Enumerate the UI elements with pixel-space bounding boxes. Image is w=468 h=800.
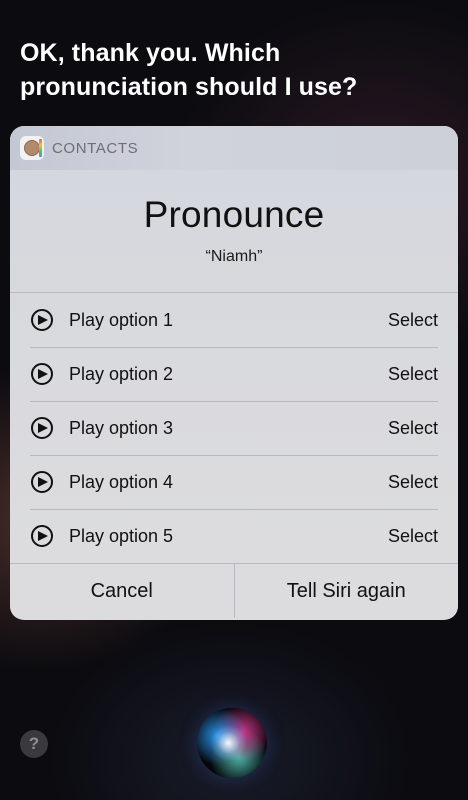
card-actions: Cancel Tell Siri again bbox=[10, 563, 458, 618]
play-option-label[interactable]: Play option 1 bbox=[69, 310, 173, 331]
play-option-label[interactable]: Play option 4 bbox=[69, 472, 173, 493]
cancel-button[interactable]: Cancel bbox=[10, 564, 234, 618]
play-icon[interactable] bbox=[31, 363, 53, 385]
siri-orb-icon[interactable] bbox=[197, 708, 267, 778]
select-button[interactable]: Select bbox=[388, 364, 438, 385]
card-body: Pronounce “Niamh” Play option 1 Select P… bbox=[10, 170, 458, 563]
play-icon[interactable] bbox=[31, 417, 53, 439]
option-row-3[interactable]: Play option 3 Select bbox=[10, 401, 458, 455]
question-mark-icon[interactable]: ? bbox=[20, 730, 48, 758]
select-button[interactable]: Select bbox=[388, 472, 438, 493]
select-button[interactable]: Select bbox=[388, 418, 438, 439]
option-row-4[interactable]: Play option 4 Select bbox=[10, 455, 458, 509]
play-icon[interactable] bbox=[31, 471, 53, 493]
app-name: CONTACTS bbox=[52, 139, 139, 157]
contacts-card: CONTACTS Pronounce “Niamh” Play option 1… bbox=[10, 126, 458, 620]
contacts-app-icon bbox=[20, 136, 44, 160]
play-option-label[interactable]: Play option 3 bbox=[69, 418, 173, 439]
card-title: Pronounce bbox=[143, 194, 325, 235]
play-option-label[interactable]: Play option 2 bbox=[69, 364, 173, 385]
option-row-5[interactable]: Play option 5 Select bbox=[10, 509, 458, 563]
play-icon[interactable] bbox=[31, 525, 53, 547]
siri-response-text: OK, thank you. Which pronunciation shoul… bbox=[20, 39, 358, 101]
play-option-label[interactable]: Play option 5 bbox=[69, 526, 173, 547]
select-button[interactable]: Select bbox=[388, 526, 438, 547]
option-row-1[interactable]: Play option 1 Select bbox=[10, 293, 458, 347]
option-row-2[interactable]: Play option 2 Select bbox=[10, 347, 458, 401]
contact-name: “Niamh” bbox=[205, 248, 263, 265]
play-icon[interactable] bbox=[31, 309, 53, 331]
card-header: CONTACTS bbox=[10, 126, 458, 170]
tell-siri-again-button[interactable]: Tell Siri again bbox=[233, 564, 459, 618]
select-button[interactable]: Select bbox=[388, 310, 438, 331]
title-block: Pronounce “Niamh” bbox=[10, 170, 458, 292]
